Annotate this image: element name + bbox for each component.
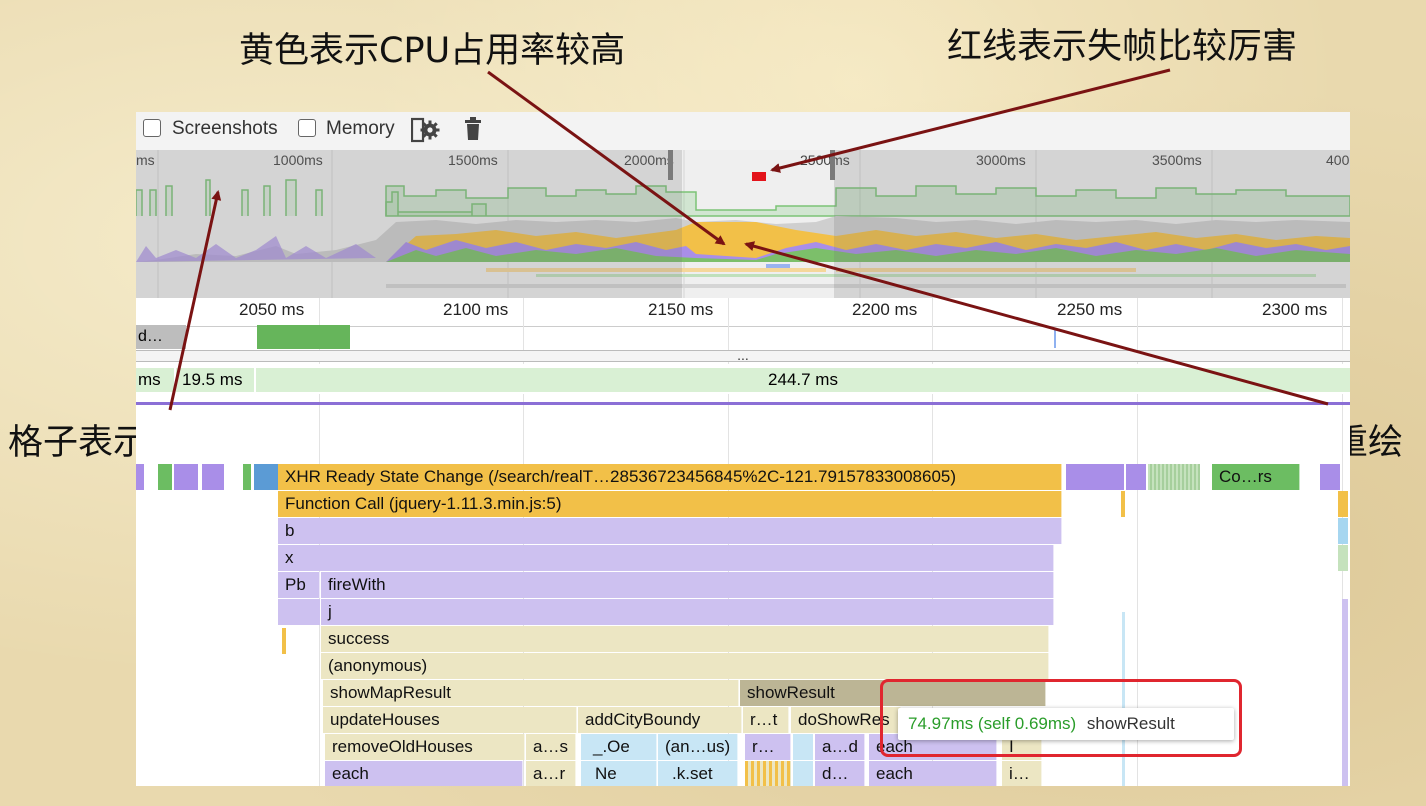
annotation-arrows <box>168 68 1329 411</box>
arrow-red-line <box>770 68 1171 173</box>
arrow-purple <box>744 241 1329 406</box>
arrow-grid-fps <box>168 190 222 411</box>
arrow-cpu <box>487 70 726 246</box>
